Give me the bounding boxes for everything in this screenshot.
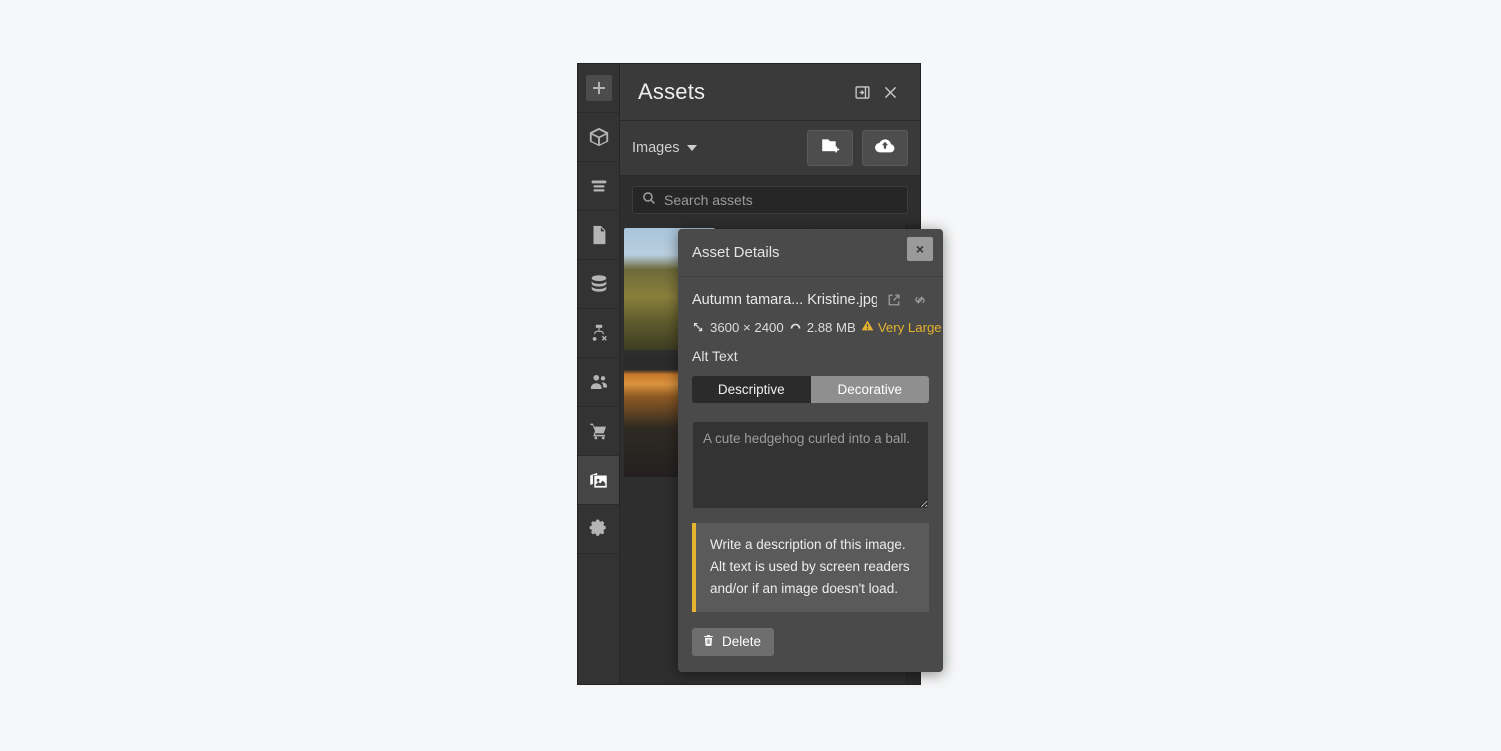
alt-text-hint: Write a description of this image. Alt t… bbox=[692, 523, 929, 612]
gauge-icon bbox=[789, 321, 802, 334]
link-icon[interactable] bbox=[911, 291, 929, 309]
cloud-upload-icon bbox=[874, 135, 896, 162]
asset-filesize: 2.88 MB bbox=[806, 319, 856, 335]
primary-nav-rail bbox=[578, 64, 620, 684]
sidebar-item-add[interactable] bbox=[578, 64, 619, 113]
alt-text-hint-message: Write a description of this image. Alt t… bbox=[710, 537, 910, 596]
asset-details-header: Asset Details × bbox=[678, 229, 943, 277]
collapse-panel-icon[interactable] bbox=[848, 78, 876, 106]
trash-icon bbox=[702, 634, 715, 650]
asset-kind-dropdown[interactable]: Images bbox=[632, 140, 798, 156]
sidebar-item-models[interactable] bbox=[578, 113, 619, 162]
new-folder-icon bbox=[820, 135, 841, 161]
new-folder-button[interactable] bbox=[807, 130, 853, 166]
assets-panel-header: Assets bbox=[620, 64, 920, 121]
delete-button[interactable]: Delete bbox=[692, 627, 775, 656]
gear-icon bbox=[588, 518, 610, 540]
sidebar-item-pages[interactable] bbox=[578, 211, 619, 260]
assets-panel: Assets Images Search assets Asset Detail… bbox=[620, 64, 943, 684]
alt-text-input[interactable] bbox=[692, 421, 929, 509]
external-link-icon[interactable] bbox=[885, 291, 903, 309]
dialog-title: Asset Details bbox=[692, 244, 780, 261]
asset-kind-label: Images bbox=[632, 140, 680, 156]
status-badge: Very Large bbox=[861, 319, 942, 335]
resize-diagonal-icon bbox=[692, 321, 705, 334]
delete-button-label: Delete bbox=[722, 634, 762, 650]
rail-spacer bbox=[578, 554, 619, 684]
asset-metadata-row: 3600 × 2400 2.88 MB Very Large bbox=[692, 319, 942, 335]
sidebar-item-settings[interactable] bbox=[578, 505, 619, 554]
assets-toolbar: Images bbox=[620, 121, 920, 176]
search-icon bbox=[642, 191, 656, 210]
asset-dimensions: 3600 × 2400 bbox=[710, 319, 784, 335]
alt-mode-descriptive[interactable]: Descriptive bbox=[692, 376, 811, 403]
search-box[interactable] bbox=[632, 186, 908, 214]
sidebar-item-structure[interactable] bbox=[578, 309, 619, 358]
file-name-row: Autumn tamara... Kristine.jpg bbox=[692, 291, 929, 309]
users-icon bbox=[588, 371, 610, 393]
page-title: Assets bbox=[638, 79, 706, 104]
cart-icon bbox=[588, 420, 610, 442]
alt-text-label: Alt Text bbox=[692, 348, 738, 364]
search-row bbox=[620, 176, 920, 224]
database-icon bbox=[588, 273, 610, 295]
chevron-down-icon bbox=[686, 145, 697, 151]
asset-details-body: Autumn tamara... Kristine.jpg 3600 × 240… bbox=[678, 277, 943, 672]
asset-details-dialog: Asset Details × Autumn tamara... Kristin… bbox=[678, 229, 943, 672]
sidebar-item-data[interactable] bbox=[578, 260, 619, 309]
close-icon[interactable] bbox=[876, 78, 904, 106]
assets-app-window: Assets Images Search assets Asset Detail… bbox=[578, 64, 943, 684]
search-input[interactable] bbox=[664, 192, 898, 208]
size-warning-label: Very Large bbox=[877, 319, 942, 335]
list-icon bbox=[588, 175, 610, 197]
sidebar-item-content[interactable] bbox=[578, 162, 619, 211]
images-icon bbox=[587, 469, 610, 492]
sidebar-item-commerce[interactable] bbox=[578, 407, 619, 456]
sidebar-item-assets[interactable] bbox=[578, 456, 619, 505]
file-name: Autumn tamara... Kristine.jpg bbox=[692, 292, 877, 308]
warning-triangle-icon bbox=[861, 319, 874, 335]
upload-button[interactable] bbox=[862, 130, 908, 166]
sidebar-item-users[interactable] bbox=[578, 358, 619, 407]
alt-text-mode-toggle: Descriptive Decorative bbox=[692, 376, 929, 403]
page-icon bbox=[588, 224, 610, 246]
alt-mode-decorative[interactable]: Decorative bbox=[810, 376, 929, 403]
sitemap-icon bbox=[588, 322, 610, 344]
close-icon[interactable]: × bbox=[907, 237, 933, 261]
cube-icon bbox=[588, 126, 610, 148]
plus-icon bbox=[585, 75, 612, 101]
